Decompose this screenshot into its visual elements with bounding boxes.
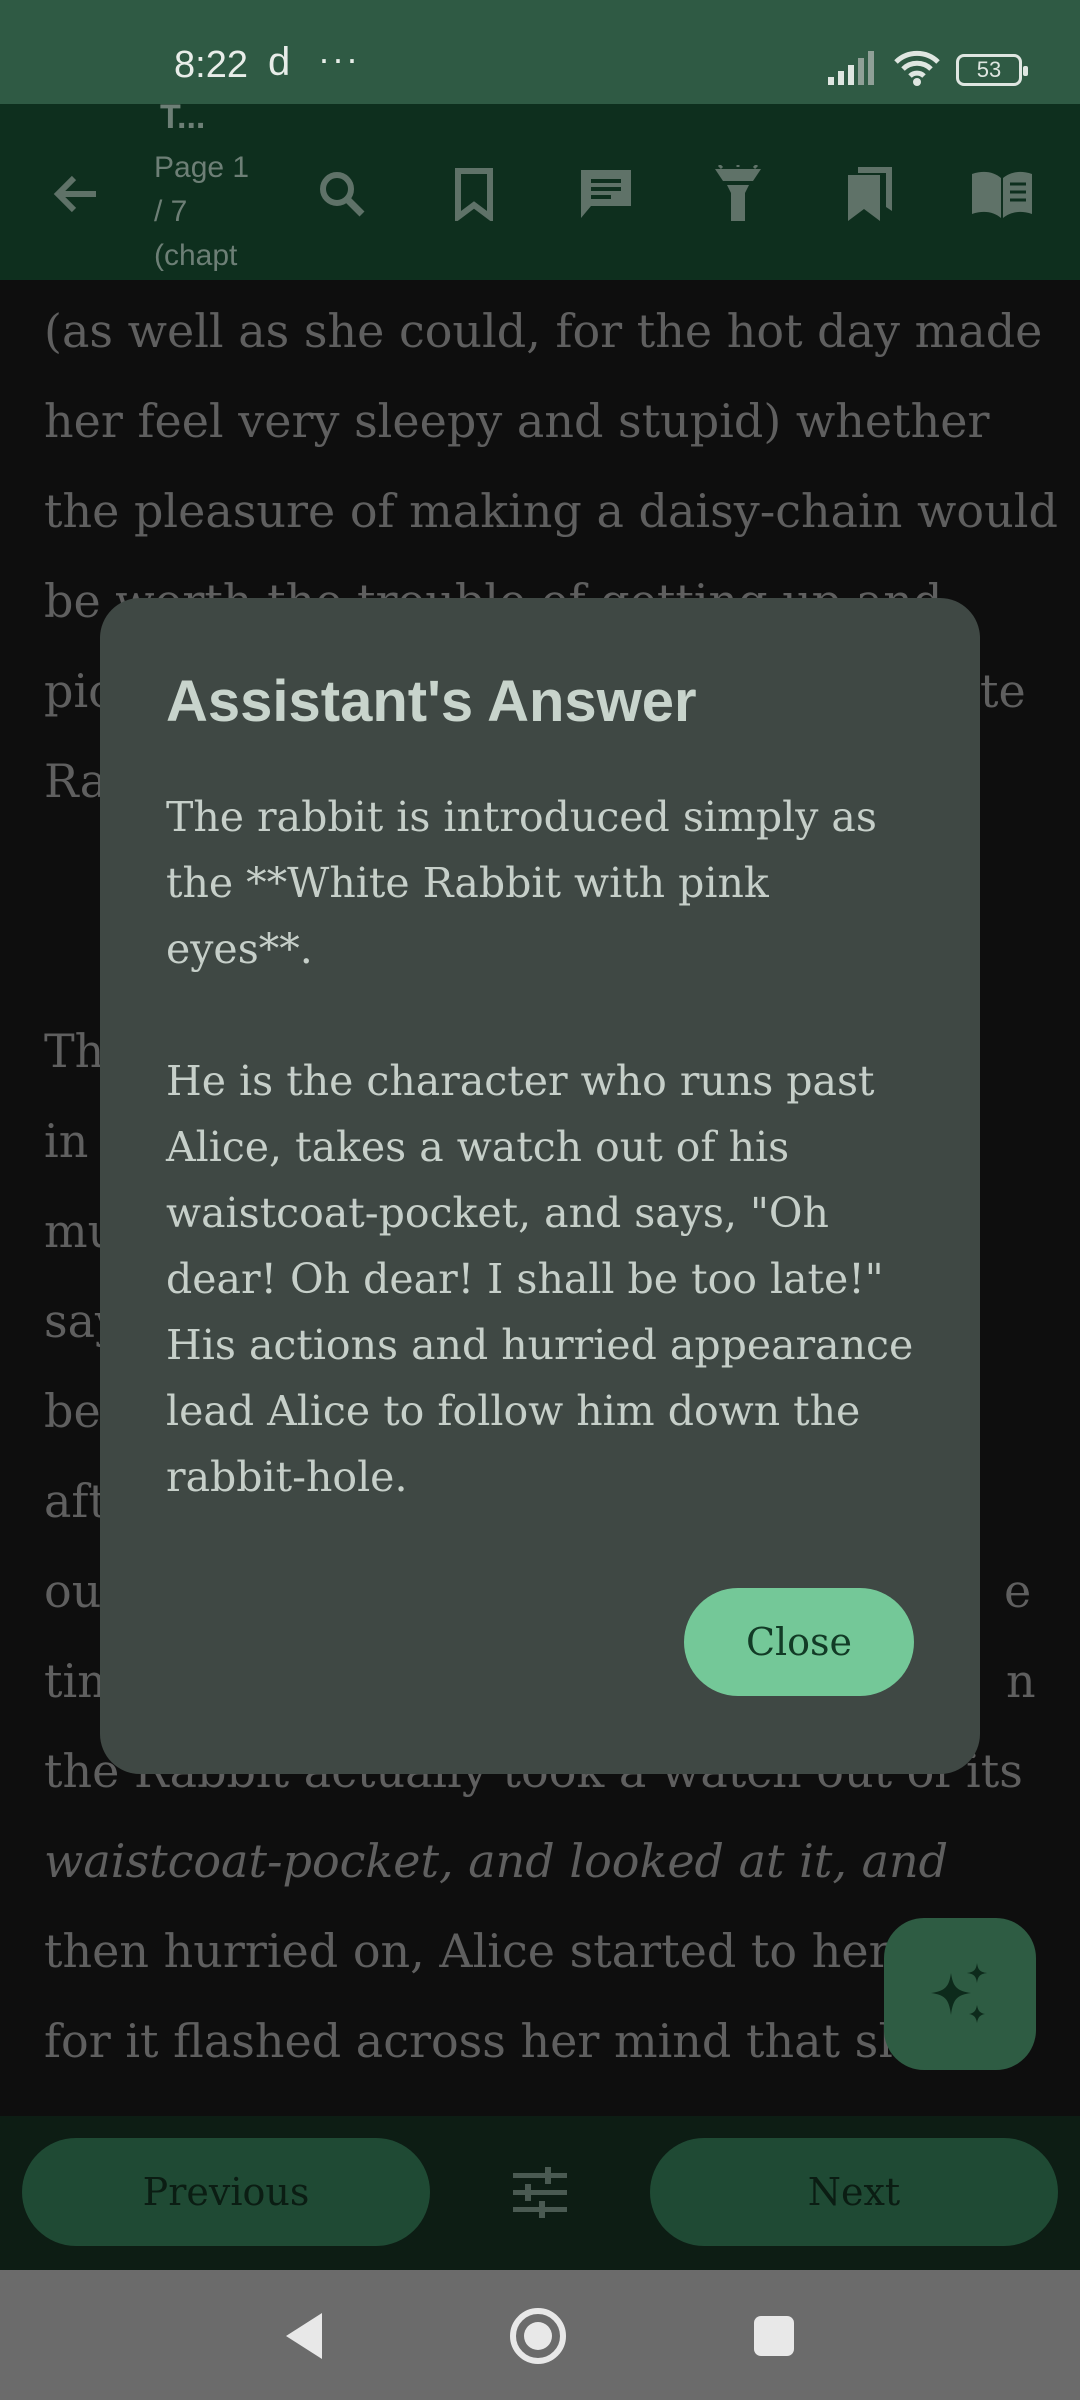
text-line: the pleasure of making a daisy-chain wou…: [44, 484, 1058, 538]
text-line: be: [44, 1384, 101, 1438]
text-line: aft: [44, 1474, 107, 1528]
battery-icon: 53: [956, 54, 1028, 86]
assistant-answer-dialog: Assistant's Answer The rabbit is introdu…: [100, 598, 980, 1774]
bookmarks-icon[interactable]: [834, 158, 906, 230]
text-line: e: [1004, 1564, 1032, 1618]
notes-icon[interactable]: [570, 158, 642, 230]
text-line: n: [1006, 1654, 1036, 1708]
status-bar: 8:22 d ··· 53: [0, 0, 1080, 104]
wifi-icon: [894, 50, 940, 91]
text-line: for it flashed across her mind that she: [44, 2014, 936, 2068]
system-navigation-bar: [0, 2270, 1080, 2400]
bookmark-icon[interactable]: [438, 158, 510, 230]
bottom-navigation: Previous Next: [0, 2116, 1080, 2270]
search-icon[interactable]: [306, 158, 378, 230]
carrier-glyph: d: [268, 40, 291, 84]
sparkle-icon: [931, 1963, 987, 2023]
text-line: in: [44, 1114, 89, 1168]
nav-recents-icon[interactable]: [742, 2304, 806, 2368]
status-time: 8:22: [174, 44, 248, 86]
text-line: then hurried on, Alice started to her f: [44, 1924, 923, 1978]
book-title-fragment: T...: [160, 98, 206, 136]
back-arrow-icon[interactable]: [40, 158, 112, 230]
nav-home-icon[interactable]: [506, 2304, 570, 2368]
close-button[interactable]: Close: [684, 1588, 914, 1696]
reader-toolbar: Page 1 / 7 (chapt T...: [0, 98, 1080, 280]
dialog-title: Assistant's Answer: [166, 669, 697, 734]
text-line: waistcoat-pocket, and looked at it, and: [44, 1834, 949, 1888]
text-line: te: [980, 664, 1026, 718]
text-line: her feel very sleepy and stupid) whether: [44, 394, 990, 448]
more-notifications-icon: ···: [318, 38, 360, 79]
previous-button[interactable]: Previous: [22, 2138, 430, 2246]
signal-icon: [828, 50, 878, 90]
page-info: Page 1 / 7 (chapt: [154, 146, 264, 278]
text-line: Th: [44, 1024, 105, 1078]
sliders-icon[interactable]: [500, 2158, 580, 2228]
text-line: (as well as she could, for the hot day m…: [44, 304, 1043, 358]
text-line: Ra: [44, 754, 108, 808]
page-info-text: Page 1 / 7 (chapt: [154, 151, 250, 272]
text-line: ou: [44, 1564, 102, 1618]
status-icons: 53: [828, 50, 1028, 91]
book-open-icon[interactable]: [966, 158, 1038, 230]
nav-back-icon[interactable]: [272, 2304, 336, 2368]
flashlight-icon[interactable]: [702, 158, 774, 230]
ai-assistant-fab[interactable]: [884, 1918, 1036, 2070]
dialog-body: The rabbit is introduced simply as the *…: [166, 793, 914, 1501]
next-button[interactable]: Next: [650, 2138, 1058, 2246]
